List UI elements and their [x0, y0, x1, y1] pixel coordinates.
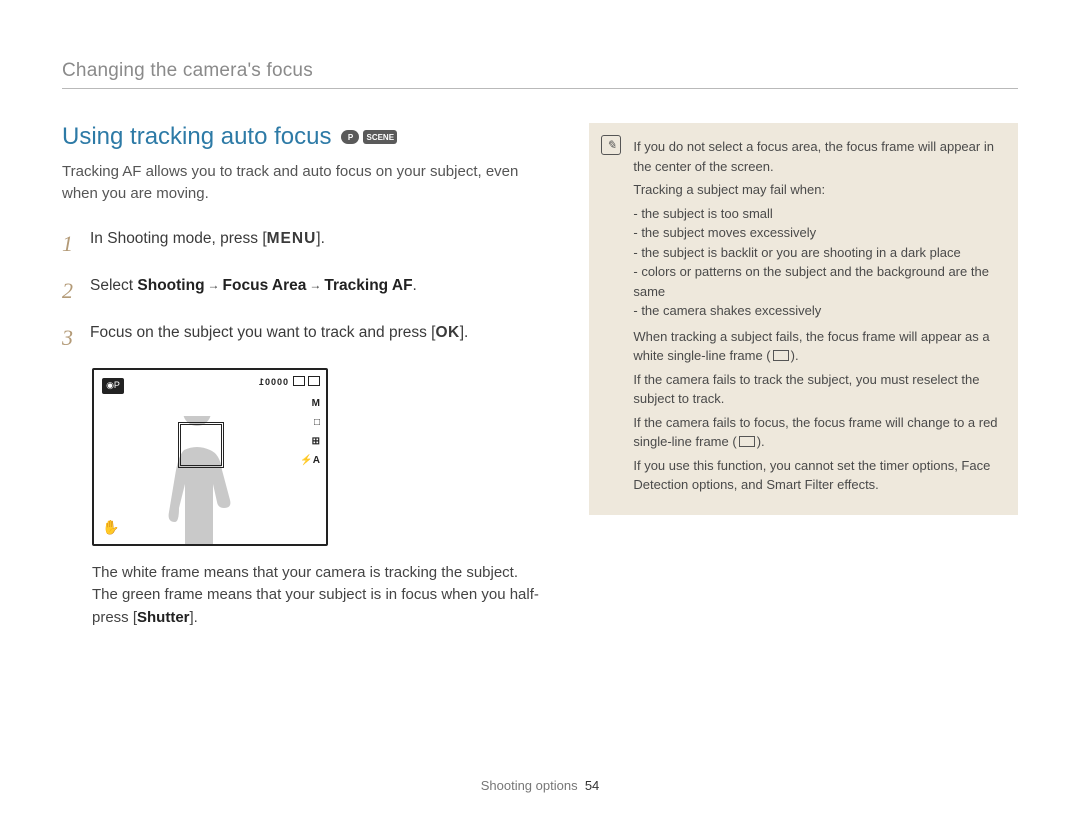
- step-2: 2 Select Shooting→Focus Area→Tracking AF…: [62, 274, 539, 307]
- page-footer: Shooting options 54: [0, 778, 1080, 793]
- quality-icon: M: [300, 398, 320, 409]
- note-p5: If the camera fails to focus, the focus …: [633, 413, 1000, 452]
- top-status-icons: [293, 376, 320, 386]
- note-bullets: the subject is too small the subject mov…: [633, 204, 1000, 321]
- step-text: In Shooting mode, press [MENU].: [90, 227, 325, 260]
- section-heading: Using tracking auto focus P SCENE: [62, 123, 539, 151]
- battery-icon: [293, 376, 305, 386]
- note-bullet: the subject is too small: [633, 204, 1000, 224]
- note-bullet: the subject is backlit or you are shooti…: [633, 243, 1000, 263]
- explain-line-1: The white frame means that your camera i…: [92, 562, 539, 585]
- note-bullet: the camera shakes excessively: [633, 301, 1000, 321]
- intro-text: Tracking AF allows you to track and auto…: [62, 161, 539, 205]
- step-number: 1: [62, 227, 78, 260]
- camera-mode-icon: ◉P: [102, 378, 124, 394]
- note-p1: If you do not select a focus area, the f…: [633, 137, 1000, 176]
- step-1: 1 In Shooting mode, press [MENU].: [62, 227, 539, 260]
- mode-icons: P SCENE: [341, 130, 397, 144]
- lcd-preview: ◉P 00001 M □ ⊞ ⚡A ✋: [92, 368, 328, 546]
- footer-section: Shooting options: [481, 778, 578, 793]
- right-column: ✎ If you do not select a focus area, the…: [589, 123, 1018, 629]
- heading-text: Using tracking auto focus: [62, 123, 331, 151]
- side-status-icons: M □ ⊞ ⚡A: [300, 398, 320, 466]
- step-3: 3 Focus on the subject you want to track…: [62, 321, 539, 354]
- size-icon: □: [300, 417, 320, 428]
- explain-line-2: The green frame means that your subject …: [92, 584, 539, 629]
- red-frame-icon: [739, 436, 755, 447]
- arrow-icon: →: [309, 276, 321, 294]
- note-box: ✎ If you do not select a focus area, the…: [589, 123, 1018, 515]
- note-bullet: colors or patterns on the subject and th…: [633, 262, 1000, 301]
- focus-frame: [178, 422, 224, 468]
- step-number: 3: [62, 321, 78, 354]
- arrow-icon: →: [208, 276, 220, 294]
- page-number: 54: [585, 778, 599, 793]
- card-icon: [308, 376, 320, 386]
- note-p2: Tracking a subject may fail when:: [633, 180, 1000, 200]
- step-text: Focus on the subject you want to track a…: [90, 321, 468, 354]
- explanation-text: The white frame means that your camera i…: [92, 562, 539, 630]
- note-icon: ✎: [601, 135, 621, 155]
- note-p6: If you use this function, you cannot set…: [633, 456, 1000, 495]
- ok-button-label: OK: [436, 324, 460, 341]
- step-text: Select Shooting→Focus Area→Tracking AF.: [90, 274, 417, 307]
- breadcrumb: Changing the camera's focus: [62, 60, 1018, 82]
- note-p3: When tracking a subject fails, the focus…: [633, 327, 1000, 366]
- flash-icon: ⚡A: [300, 455, 320, 466]
- white-frame-icon: [773, 350, 789, 361]
- grid-icon: ⊞: [300, 436, 320, 447]
- note-bullet: the subject moves excessively: [633, 223, 1000, 243]
- shot-counter: 00001: [258, 377, 288, 387]
- mode-icon-scene: SCENE: [363, 130, 397, 144]
- step-number: 2: [62, 274, 78, 307]
- left-column: Using tracking auto focus P SCENE Tracki…: [62, 123, 539, 629]
- menu-button-label: MENU: [267, 230, 317, 247]
- note-p4: If the camera fails to track the subject…: [633, 370, 1000, 409]
- mode-icon-p: P: [341, 130, 359, 144]
- stabilizer-icon: ✋: [102, 519, 119, 536]
- divider: [62, 88, 1018, 89]
